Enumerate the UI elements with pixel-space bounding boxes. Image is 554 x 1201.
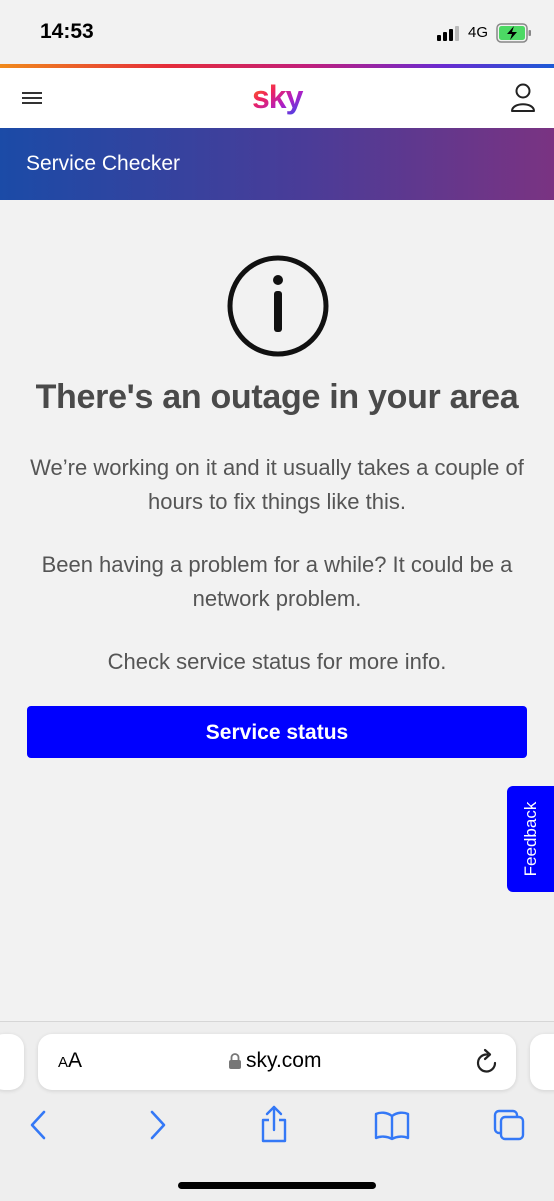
lock-icon: [229, 1053, 241, 1069]
previous-tab-preview[interactable]: [0, 1034, 24, 1090]
service-status-button[interactable]: Service status: [27, 706, 527, 758]
outage-heading: There's an outage in your area: [35, 378, 519, 416]
url-text: sky.com: [246, 1049, 322, 1072]
share-icon[interactable]: [258, 1104, 290, 1144]
network-label: 4G: [468, 24, 489, 41]
battery-charging-icon: [496, 23, 531, 43]
text-size-button[interactable]: AA: [58, 1049, 82, 1073]
service-status-hint: Check service status for more info.: [107, 649, 447, 674]
url-display: sky.com: [228, 1049, 321, 1073]
back-icon[interactable]: [26, 1108, 50, 1142]
outage-message: We’re working on it and it usually takes…: [30, 455, 524, 514]
text-size-large-a: A: [68, 1049, 83, 1072]
tabs-icon[interactable]: [492, 1108, 526, 1142]
signal-icon: [437, 26, 459, 41]
hamburger-menu-icon[interactable]: [20, 88, 44, 108]
status-time: 14:53: [40, 20, 94, 43]
feedback-label: Feedback: [520, 801, 540, 877]
sky-logo-text: sky: [252, 79, 304, 115]
network-problem-message: Been having a problem for a while? It co…: [41, 552, 513, 611]
site-header: sky: [0, 68, 554, 128]
home-indicator: [178, 1182, 376, 1189]
status-bar: 14:53 4G: [0, 0, 554, 64]
browser-toolbar: AA sky.com: [0, 1021, 554, 1201]
feedback-tab[interactable]: Feedback: [507, 786, 554, 892]
address-bar[interactable]: AA sky.com: [38, 1034, 516, 1090]
text-size-small-a: A: [58, 1054, 69, 1071]
page-title: Service Checker: [26, 152, 181, 175]
account-icon[interactable]: [510, 82, 536, 114]
forward-icon[interactable]: [146, 1108, 170, 1142]
reload-icon[interactable]: [474, 1048, 500, 1076]
next-tab-preview[interactable]: [530, 1034, 554, 1090]
page-banner: Service Checker: [0, 128, 554, 200]
sky-logo[interactable]: sky: [250, 78, 306, 120]
bookmarks-icon[interactable]: [374, 1108, 410, 1142]
info-circle-icon: [227, 255, 329, 357]
